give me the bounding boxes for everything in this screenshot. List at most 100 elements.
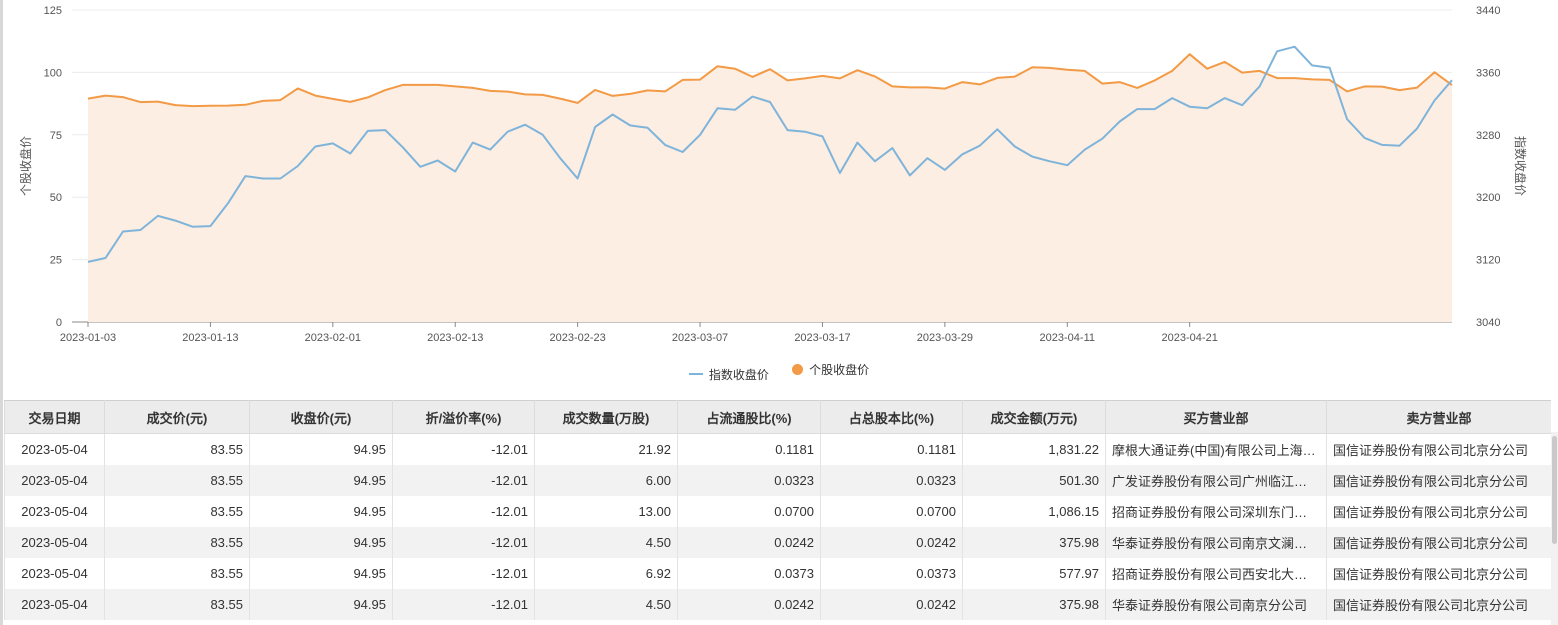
index-data-point: [838, 171, 842, 175]
column-header[interactable]: 占总股本比(%): [820, 400, 963, 434]
index-data-point: [873, 159, 877, 163]
y-left-tick-label: 50: [50, 192, 62, 204]
x-tick-label: 2023-02-23: [550, 332, 606, 344]
column-header[interactable]: 折/溢价率(%): [392, 400, 535, 434]
table-cell: 2023-05-04: [4, 433, 105, 465]
index-data-point: [1030, 155, 1034, 159]
stock-data-point: [173, 103, 177, 107]
stock-data-point: [855, 68, 859, 72]
index-data-point: [611, 113, 615, 117]
index-data-point: [173, 219, 177, 223]
column-header[interactable]: 成交价(元): [104, 400, 250, 434]
stock-data-point: [873, 74, 877, 78]
table-cell: 招商证券股份有限公司深圳东门南路证券营业部: [1105, 496, 1327, 527]
legend-item-stock[interactable]: 个股收盘价: [792, 361, 869, 378]
table-scrollbar-thumb[interactable]: [1552, 436, 1557, 544]
y-left-axis-title: 个股收盘价: [18, 136, 33, 196]
index-data-point: [243, 174, 247, 178]
table-cell: 0.0242: [820, 527, 963, 558]
index-data-point: [1170, 96, 1174, 100]
table-cell: 1,086.15: [962, 496, 1106, 527]
y-left-tick-label: 75: [50, 130, 62, 142]
table-cell: 0.0700: [820, 496, 963, 527]
index-data-point: [960, 152, 964, 156]
index-data-point: [156, 214, 160, 218]
index-data-point: [855, 141, 859, 145]
column-header[interactable]: 成交数量(万股): [534, 400, 678, 434]
index-data-point: [104, 256, 108, 260]
stock-data-point: [121, 95, 125, 99]
index-data-point: [646, 126, 650, 130]
table-row[interactable]: 2023-05-04 83.55 94.95 -12.01 6.92 0.0373 0.03…: [4, 558, 1551, 589]
index-data-point: [1153, 107, 1157, 111]
index-data-point: [1433, 99, 1437, 103]
table-cell: 6.00: [534, 465, 678, 496]
index-data-point: [541, 133, 545, 137]
index-data-point: [208, 224, 212, 228]
stock-data-point: [821, 74, 825, 78]
stock-data-point: [716, 64, 720, 68]
y-left-tick-label: 25: [50, 255, 62, 267]
table-cell: 华泰证券股份有限公司南京分公司: [1105, 589, 1327, 620]
table-cell: -12.01: [392, 589, 535, 620]
index-data-point: [1275, 49, 1279, 53]
stock-data-point: [1100, 82, 1104, 86]
index-data-point: [1293, 45, 1297, 49]
table-cell: 0.0242: [677, 527, 821, 558]
legend-label-index: 指数收盘价: [708, 367, 769, 382]
table-cell: 83.55: [104, 558, 250, 589]
table-cell: 国信证券股份有限公司北京分公司: [1326, 589, 1551, 620]
y-right-tick-label: 3280: [1476, 130, 1500, 142]
stock-data-point: [104, 94, 108, 98]
legend-item-index[interactable]: 指数收盘价: [688, 366, 769, 383]
index-data-point: [890, 146, 894, 150]
table-cell: 国信证券股份有限公司北京分公司: [1326, 433, 1551, 465]
index-data-point: [1083, 148, 1087, 152]
stock-data-point: [646, 88, 650, 92]
stock-data-point: [698, 78, 702, 82]
chart-legend: 指数收盘价 个股收盘价: [0, 361, 1558, 383]
stock-data-point: [488, 89, 492, 93]
index-data-point: [908, 173, 912, 177]
stock-data-point: [995, 76, 999, 80]
column-header[interactable]: 买方营业部: [1105, 400, 1327, 434]
column-header[interactable]: 交易日期: [4, 400, 105, 434]
table-row[interactable]: 2023-05-04 83.55 94.95 -12.01 4.50 0.0242 0.02…: [4, 589, 1551, 620]
index-data-point: [1345, 117, 1349, 121]
x-tick-label: 2023-03-07: [672, 332, 728, 344]
stock-data-point: [278, 98, 282, 102]
table-cell: 0.0323: [820, 465, 963, 496]
stock-data-point: [1398, 88, 1402, 92]
table-row[interactable]: 2023-05-04 83.55 94.95 -12.01 4.50 0.0242 0.02…: [4, 527, 1551, 558]
table-cell: 国信证券股份有限公司北京分公司: [1326, 496, 1551, 527]
index-data-point: [821, 134, 825, 138]
y-right-tick-label: 3360: [1476, 67, 1500, 79]
column-header[interactable]: 收盘价(元): [249, 400, 393, 434]
stock-data-point: [1153, 78, 1157, 82]
column-header[interactable]: 占流通股比(%): [677, 400, 821, 434]
stock-data-point: [1328, 78, 1332, 82]
stock-data-point: [751, 75, 755, 79]
index-data-point: [593, 125, 597, 129]
table-cell: 94.95: [249, 433, 393, 465]
table-cell: 4.50: [534, 527, 678, 558]
index-data-point: [786, 128, 790, 132]
table-cell: 577.97: [962, 558, 1106, 589]
stock-data-point: [576, 101, 580, 105]
stock-data-point: [383, 88, 387, 92]
stock-data-point: [768, 67, 772, 71]
table-row[interactable]: 2023-05-04 83.55 94.95 -12.01 21.92 0.1181 0.1…: [4, 433, 1551, 465]
stock-data-point: [296, 86, 300, 90]
index-data-point: [733, 108, 737, 112]
table-cell: 4.50: [534, 589, 678, 620]
y-right-tick-label: 3040: [1476, 317, 1500, 329]
index-data-point: [628, 123, 632, 127]
table-row[interactable]: 2023-05-04 83.55 94.95 -12.01 6.00 0.0323 0.03…: [4, 465, 1551, 496]
stock-data-point: [1433, 70, 1437, 74]
index-data-point: [436, 159, 440, 163]
column-header[interactable]: 成交金额(万元): [962, 400, 1106, 434]
table-cell: 华泰证券股份有限公司南京文澜路证券营业部: [1105, 527, 1327, 558]
table-row[interactable]: 2023-05-04 83.55 94.95 -12.01 13.00 0.0700 0.0…: [4, 496, 1551, 527]
stock-data-point: [1415, 86, 1419, 90]
column-header[interactable]: 卖方营业部: [1326, 400, 1551, 434]
